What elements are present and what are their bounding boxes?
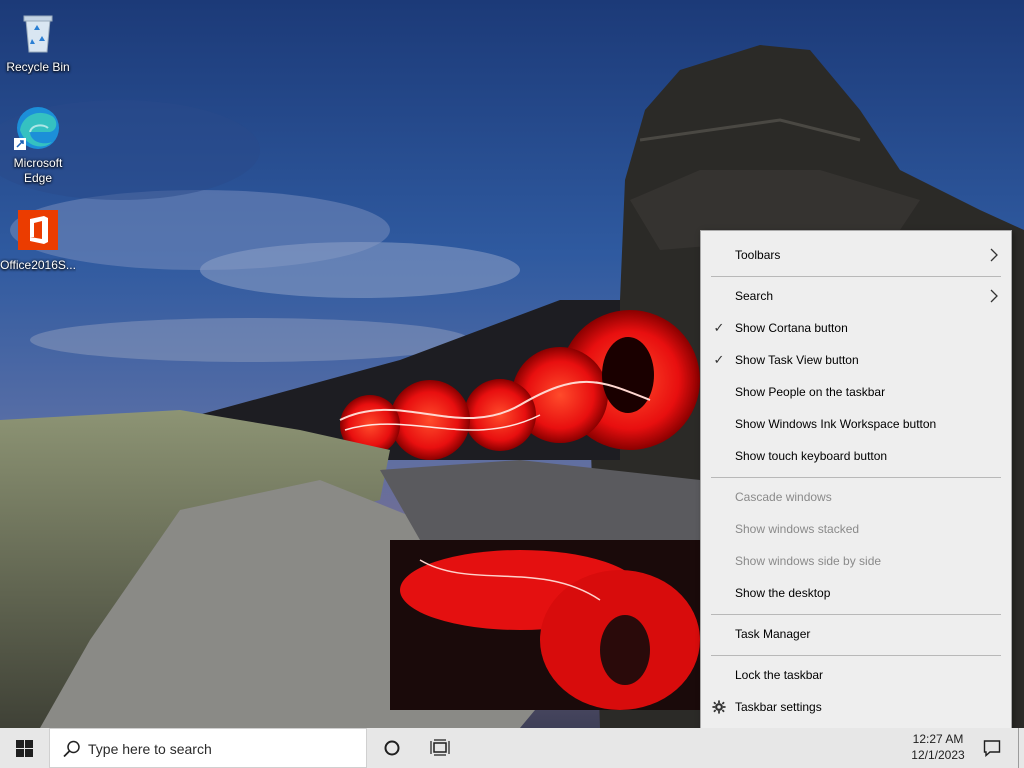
checkmark-icon: ✓	[713, 352, 725, 367]
windows-logo-icon	[15, 739, 33, 757]
menu-item-task-manager[interactable]: Task Manager	[701, 619, 1011, 649]
task-view-icon	[430, 739, 450, 756]
show-desktop-button[interactable]	[1018, 728, 1024, 768]
menu-item-label: Taskbar settings	[735, 700, 822, 714]
menu-item-lock-taskbar[interactable]: Lock the taskbar	[701, 660, 1011, 690]
menu-item-show-task-view-button[interactable]: ✓ Show Task View button	[701, 345, 1011, 375]
action-center-button[interactable]	[978, 728, 1006, 768]
search-placeholder: Type here to search	[88, 741, 212, 757]
menu-item-label: Cascade windows	[735, 490, 832, 504]
taskbar-search-box[interactable]: Type here to search	[49, 728, 367, 768]
notification-icon	[983, 740, 1001, 757]
menu-item-taskbar-settings[interactable]: Taskbar settings	[701, 692, 1011, 722]
menu-item-label: Toolbars	[735, 248, 781, 262]
menu-item-toolbars[interactable]: Toolbars	[701, 240, 1011, 270]
menu-item-show-windows-side-by-side: Show windows side by side	[701, 546, 1011, 576]
desktop-icon-office[interactable]: Office2016S...	[0, 206, 76, 273]
menu-item-show-ink-workspace[interactable]: Show Windows Ink Workspace button	[701, 409, 1011, 439]
menu-item-label: Show Cortana button	[735, 321, 848, 335]
desktop-icon-recycle-bin[interactable]: Recycle Bin	[0, 8, 76, 75]
menu-item-label: Show windows stacked	[735, 522, 860, 536]
menu-item-show-desktop[interactable]: Show the desktop	[701, 578, 1011, 608]
menu-item-search[interactable]: Search	[701, 281, 1011, 311]
taskbar[interactable]: Type here to search 12:27 AM 12/1/2023	[0, 728, 1024, 768]
menu-item-show-touch-keyboard[interactable]: Show touch keyboard button	[701, 441, 1011, 471]
chevron-right-icon	[990, 248, 998, 262]
desktop-icon-label: Microsoft Edge	[13, 156, 63, 185]
office-icon	[18, 210, 58, 250]
desktop-icon-microsoft-edge[interactable]: Microsoft Edge	[0, 104, 76, 186]
menu-separator	[711, 276, 1001, 277]
desktop-icon-label: Recycle Bin	[6, 60, 70, 74]
task-view-button[interactable]	[418, 728, 462, 768]
menu-item-show-cortana-button[interactable]: ✓ Show Cortana button	[701, 313, 1011, 343]
search-icon	[63, 740, 80, 758]
start-button[interactable]	[0, 728, 48, 768]
menu-item-label: Show the desktop	[735, 586, 831, 600]
checkmark-icon: ✓	[713, 320, 725, 335]
menu-item-label: Task Manager	[735, 627, 811, 641]
system-clock[interactable]: 12:27 AM 12/1/2023	[898, 731, 978, 763]
menu-item-show-people[interactable]: Show People on the taskbar	[701, 377, 1011, 407]
taskbar-context-menu: Toolbars Search ✓ Show Cortana button ✓ …	[700, 230, 1012, 730]
menu-item-label: Show Windows Ink Workspace button	[735, 417, 937, 431]
clock-date: 12/1/2023	[911, 748, 965, 762]
menu-item-label: Show touch keyboard button	[735, 449, 888, 463]
gear-icon	[712, 700, 726, 714]
menu-item-label: Lock the taskbar	[735, 668, 824, 682]
menu-item-label: Show windows side by side	[735, 554, 882, 568]
menu-item-label: Search	[735, 289, 774, 303]
menu-item-cascade-windows: Cascade windows	[701, 482, 1011, 512]
menu-separator	[711, 477, 1001, 478]
clock-time: 12:27 AM	[912, 732, 964, 746]
menu-separator	[711, 614, 1001, 615]
desktop-icon-label: Office2016S...	[0, 258, 76, 272]
menu-item-label: Show People on the taskbar	[735, 385, 886, 399]
recycle-bin-icon	[23, 15, 53, 53]
cortana-icon	[384, 740, 400, 756]
cortana-button[interactable]	[370, 728, 414, 768]
edge-icon	[14, 107, 59, 150]
chevron-right-icon	[990, 289, 998, 303]
menu-item-show-windows-stacked: Show windows stacked	[701, 514, 1011, 544]
menu-item-label: Show Task View button	[735, 353, 859, 367]
menu-separator	[711, 655, 1001, 656]
